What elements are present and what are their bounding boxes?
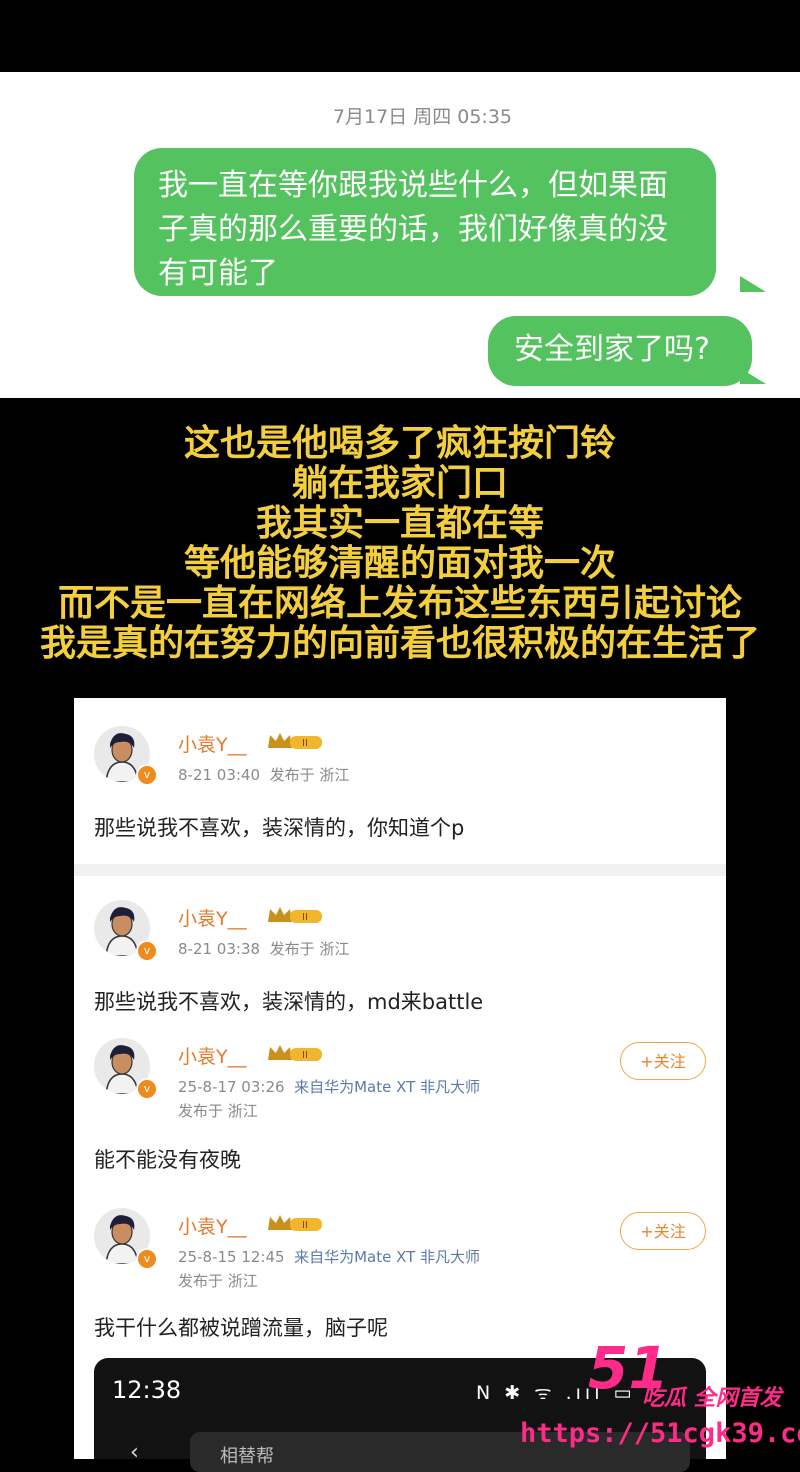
post-time: 8-21 03:40 <box>178 766 261 784</box>
message-bubble: 我一直在等你跟我说些什么，但如果面 子真的那么重要的话，我们好像真的没 有可能了 <box>134 148 716 296</box>
post-username[interactable]: 小袁Y__ <box>178 904 247 931</box>
post-time: 8-21 03:38 <box>178 940 261 958</box>
post-location: 发布于 浙江 <box>178 1272 258 1290</box>
post-text: 那些说我不喜欢，装深情的，md来battle <box>94 990 484 1014</box>
caption-line: 躺在我家门口 <box>291 463 508 504</box>
phone-status-time: 12:38 <box>112 1376 182 1404</box>
post-username[interactable]: 小袁Y__ <box>178 1212 247 1239</box>
verified-icon: v <box>136 1078 158 1100</box>
verified-icon: v <box>136 1248 158 1270</box>
post-text: 那些说我不喜欢，装深情的，你知道个p <box>94 816 465 840</box>
caption-line: 而不是一直在网络上发布这些东西引起讨论 <box>57 583 742 624</box>
verified-icon: v <box>136 764 158 786</box>
watermark-url: https://51cgk39.com <box>520 1418 800 1449</box>
svg-text:II: II <box>302 738 308 749</box>
crown-badge-icon: II <box>268 907 322 923</box>
svg-text:II: II <box>302 1050 308 1061</box>
crown-badge-icon: II <box>268 733 322 749</box>
bubble-tail <box>740 368 766 384</box>
follow-button[interactable]: +关注 <box>620 1042 706 1080</box>
message-bubble: 安全到家了吗? <box>488 316 752 386</box>
message-line: 有可能了 <box>158 256 278 291</box>
caption-line: 我是真的在努力的向前看也很积极的在生活了 <box>39 623 760 664</box>
search-text: 相替帮 <box>220 1446 274 1467</box>
post-time: 25-8-17 03:26 <box>178 1078 285 1096</box>
post-location: 发布于 浙江 <box>269 766 350 784</box>
caption-line: 等他能够清醒的面对我一次 <box>183 543 616 584</box>
post-username[interactable]: 小袁Y__ <box>178 1042 247 1069</box>
back-arrow-icon[interactable]: ‹ <box>130 1440 139 1465</box>
svg-text:II: II <box>302 1220 308 1231</box>
message-line: 子真的那么重要的话，我们好像真的没 <box>158 212 668 247</box>
post-username[interactable]: 小袁Y__ <box>178 730 247 757</box>
post-location: 发布于 浙江 <box>269 940 350 958</box>
caption-line: 这也是他喝多了疯狂按门铃 <box>183 423 616 464</box>
verified-icon: v <box>136 940 158 962</box>
post-source[interactable]: 来自华为Mate XT 非凡大师 <box>294 1248 480 1266</box>
crown-badge-icon: II <box>268 1045 322 1061</box>
bubble-tail <box>740 276 766 292</box>
post-text: 我干什么都被说蹭流量，脑子呢 <box>94 1316 388 1340</box>
caption-line: 我其实一直都在等 <box>255 503 544 544</box>
post-meta: 8-21 03:38 发布于 浙江 <box>178 938 349 959</box>
feed-divider <box>74 864 726 876</box>
post-text: 能不能没有夜晚 <box>94 1148 241 1172</box>
chat-date: 7月17日 周四 05:35 <box>332 106 512 128</box>
watermark-text: 吃瓜 全网首发 <box>642 1386 782 1411</box>
caption-overlay: 这也是他喝多了疯狂按门铃 躺在我家门口 我其实一直都在等 等他能够清醒的面对我一… <box>0 424 800 664</box>
post-location: 发布于 浙江 <box>178 1102 258 1120</box>
message-line: 安全到家了吗? <box>514 332 710 367</box>
post-meta: 25-8-15 12:45 来自华为Mate XT 非凡大师 <box>178 1246 480 1267</box>
post-meta: 8-21 03:40 发布于 浙江 <box>178 764 349 785</box>
post-meta: 25-8-17 03:26 来自华为Mate XT 非凡大师 <box>178 1076 480 1097</box>
crown-badge-icon: II <box>268 1215 322 1231</box>
svg-text:II: II <box>302 912 308 923</box>
follow-button[interactable]: +关注 <box>620 1212 706 1250</box>
post-time: 25-8-15 12:45 <box>178 1248 285 1266</box>
message-line: 我一直在等你跟我说些什么，但如果面 <box>158 168 668 203</box>
post-source[interactable]: 来自华为Mate XT 非凡大师 <box>294 1078 480 1096</box>
